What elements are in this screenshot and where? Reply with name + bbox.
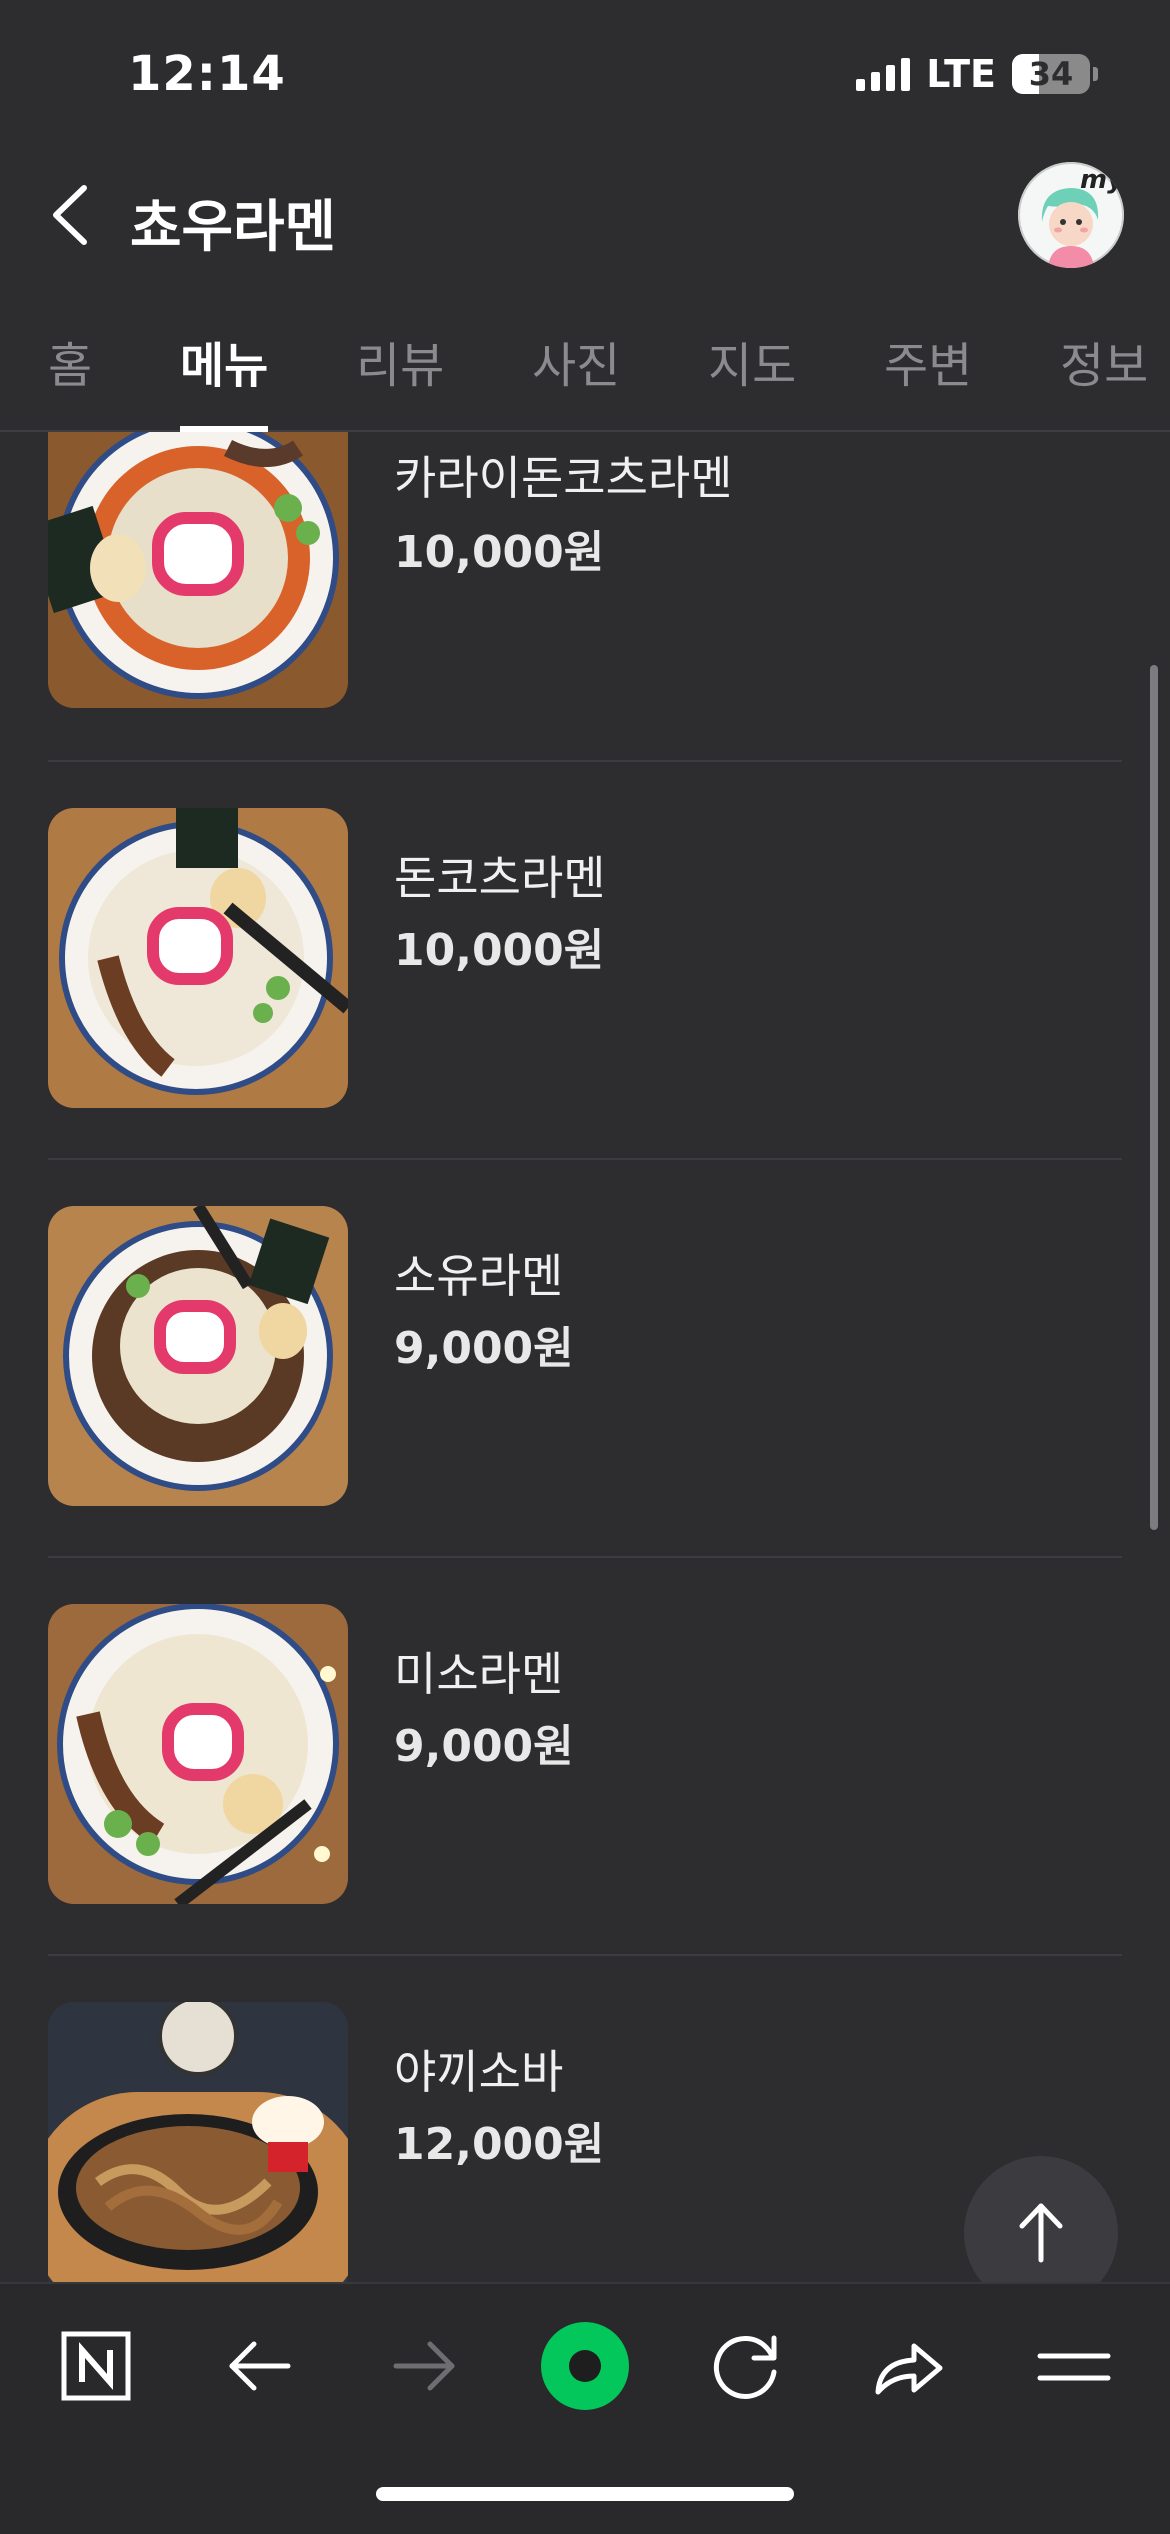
arrow-right-icon (393, 2341, 455, 2391)
naver-n-icon (61, 2331, 131, 2401)
menu-list: 카라이돈코츠라멘 10,000원 돈코츠라멘 10,000원 소유라멘 9,00… (0, 432, 1170, 2282)
menu-item-name: 돈코츠라멘 (394, 851, 606, 905)
menu-item-photo (48, 808, 348, 1108)
tab-label: 리뷰 (356, 338, 445, 394)
share-icon (875, 2343, 943, 2395)
menu-item[interactable]: 미소라멘 9,000원 (48, 1556, 1122, 1956)
refresh-button[interactable] (696, 2316, 796, 2416)
tab-label: 주변 (884, 338, 973, 394)
menu-item-price: 9,000원 (394, 1721, 574, 1772)
status-right: LTE 34 (856, 52, 1098, 96)
arrow-left-icon (229, 2341, 291, 2391)
menu-item-price: 9,000원 (394, 1323, 574, 1374)
menu-item-photo (48, 432, 348, 708)
home-indicator (376, 2487, 794, 2501)
naver-home-button[interactable] (46, 2316, 146, 2416)
menu-icon (1037, 2353, 1111, 2381)
tab-label: 사진 (532, 338, 621, 394)
tab-review[interactable]: 리뷰 (356, 326, 444, 396)
menu-item-price: 12,000원 (394, 2119, 605, 2170)
menu-item-price: 10,000원 (394, 925, 605, 976)
menu-item-name: 야끼소바 (394, 2045, 564, 2099)
tab-label: 홈 (48, 338, 93, 394)
tab-map[interactable]: 지도 (708, 326, 796, 396)
green-dot-icon (541, 2322, 629, 2410)
tab-label: 정보 (1060, 338, 1149, 394)
my-avatar-button[interactable]: my (1018, 162, 1124, 268)
status-bar: 12:14 LTE 34 (0, 0, 1170, 150)
share-button[interactable] (858, 2316, 958, 2416)
tab-label: 메뉴 (180, 338, 269, 394)
tab-photo[interactable]: 사진 (532, 326, 620, 396)
tab-label: 지도 (708, 338, 797, 394)
battery-icon: 34 (1012, 54, 1098, 94)
menu-item-name: 소유라멘 (394, 1249, 564, 1303)
battery-percent: 34 (1028, 55, 1074, 93)
tab-bar: 홈 메뉴 리뷰 사진 지도 주변 정보 (0, 290, 1170, 432)
menu-item-photo (48, 1604, 348, 1904)
browser-back-button[interactable] (210, 2316, 310, 2416)
menu-item-photo (48, 1206, 348, 1506)
menu-item[interactable]: 돈코츠라멘 10,000원 (48, 760, 1122, 1160)
tab-nearby[interactable]: 주변 (884, 326, 972, 396)
avatar-icon: my (1018, 162, 1124, 268)
menu-item[interactable]: 야끼소바 12,000원 (48, 1954, 1122, 2282)
menu-button[interactable] (1024, 2316, 1124, 2416)
chevron-left-icon (53, 185, 87, 245)
avatar-label: my (1080, 165, 1124, 195)
tab-menu[interactable]: 메뉴 (180, 326, 269, 432)
menu-item-price: 10,000원 (394, 527, 605, 578)
menu-item-photo (48, 2002, 348, 2282)
menu-item-name: 미소라멘 (394, 1647, 564, 1701)
back-button[interactable] (40, 180, 110, 250)
network-label: LTE (926, 52, 996, 96)
status-time: 12:14 (128, 46, 286, 102)
page-title: 쵸우라멘 (130, 195, 337, 260)
signal-icon (856, 57, 911, 91)
tab-info[interactable]: 정보 (1060, 326, 1148, 396)
page-header: 쵸우라멘 my (0, 150, 1170, 280)
menu-item-name: 카라이돈코츠라멘 (394, 451, 733, 505)
scrollbar[interactable] (1150, 665, 1158, 1530)
green-dot-button[interactable] (535, 2316, 635, 2416)
tab-home[interactable]: 홈 (48, 326, 92, 396)
refresh-icon (713, 2335, 777, 2399)
menu-item[interactable]: 카라이돈코츠라멘 10,000원 (48, 432, 1122, 762)
browser-forward-button[interactable] (374, 2316, 474, 2416)
menu-item[interactable]: 소유라멘 9,000원 (48, 1158, 1122, 1558)
